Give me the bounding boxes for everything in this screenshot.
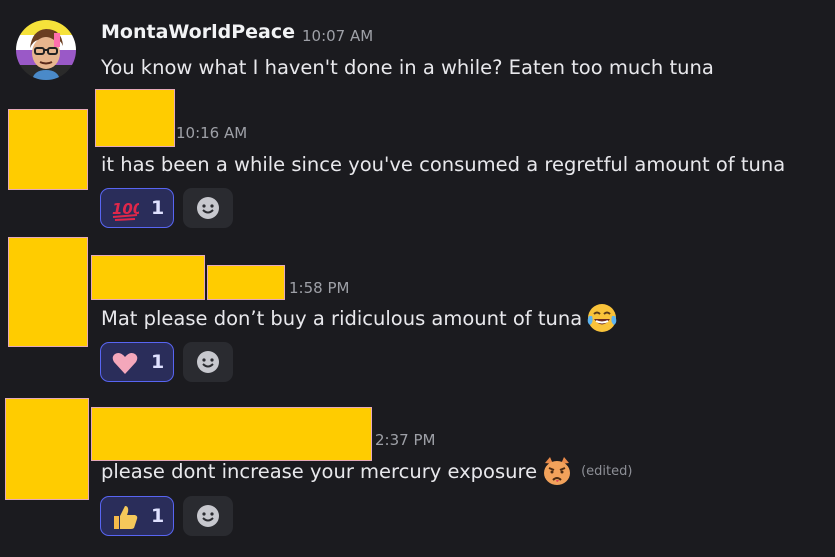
pink-heart-icon <box>112 353 138 374</box>
message-text-content: Mat please don’t buy a ridiculous amount… <box>101 306 583 330</box>
message-username[interactable]: MontaWorldPeace <box>101 21 295 43</box>
hundred-points-icon: 100 <box>112 200 139 221</box>
message-timestamp: 10:07 AM <box>302 27 374 45</box>
user-avatar[interactable] <box>16 20 76 80</box>
reaction-count: 1 <box>151 505 165 527</box>
message-text: Mat please don’t buy a ridiculous amount… <box>101 302 618 334</box>
smiley-icon <box>197 505 219 527</box>
edited-label: (edited) <box>581 463 633 479</box>
message-text-content: it has been a while since you've consume… <box>101 153 786 176</box>
reaction-count: 1 <box>151 351 165 373</box>
smiley-icon <box>197 351 219 373</box>
message-text: it has been a while since you've consume… <box>101 153 785 176</box>
message-text-content: You know what I haven't done in a while?… <box>101 56 714 79</box>
message-timestamp: 10:16 AM <box>176 124 248 142</box>
redacted-avatar <box>6 399 88 499</box>
reaction-thumbs-up[interactable]: 1 <box>100 496 174 536</box>
reaction-count: 1 <box>151 197 165 219</box>
redacted-username <box>92 408 371 460</box>
thumbs-up-icon <box>114 506 138 529</box>
pouting-cat-face-icon <box>544 457 571 485</box>
redacted-role-tag <box>208 266 284 299</box>
message-text-content: please dont increase your mercury exposu… <box>101 459 538 483</box>
reaction-hundred-points[interactable]: 100 1 <box>100 188 174 228</box>
redacted-avatar <box>9 110 87 189</box>
avatar-illustration <box>30 29 63 80</box>
message-text: You know what I haven't done in a while?… <box>101 56 714 79</box>
add-reaction-button[interactable] <box>183 188 233 228</box>
chat-message-list: MontaWorldPeace 10:07 AM You know what I… <box>0 0 835 557</box>
redacted-username <box>92 256 204 299</box>
message-timestamp: 2:37 PM <box>375 431 436 449</box>
add-reaction-button[interactable] <box>183 342 233 382</box>
smiley-icon <box>197 197 219 219</box>
reaction-pink-heart[interactable]: 1 <box>100 342 174 382</box>
add-reaction-button[interactable] <box>183 496 233 536</box>
message-text: please dont increase your mercury exposu… <box>101 455 632 487</box>
face-with-tears-of-joy-icon <box>587 304 617 332</box>
redacted-avatar <box>9 238 87 346</box>
message-timestamp: 1:58 PM <box>289 279 350 297</box>
redacted-username <box>96 90 174 146</box>
